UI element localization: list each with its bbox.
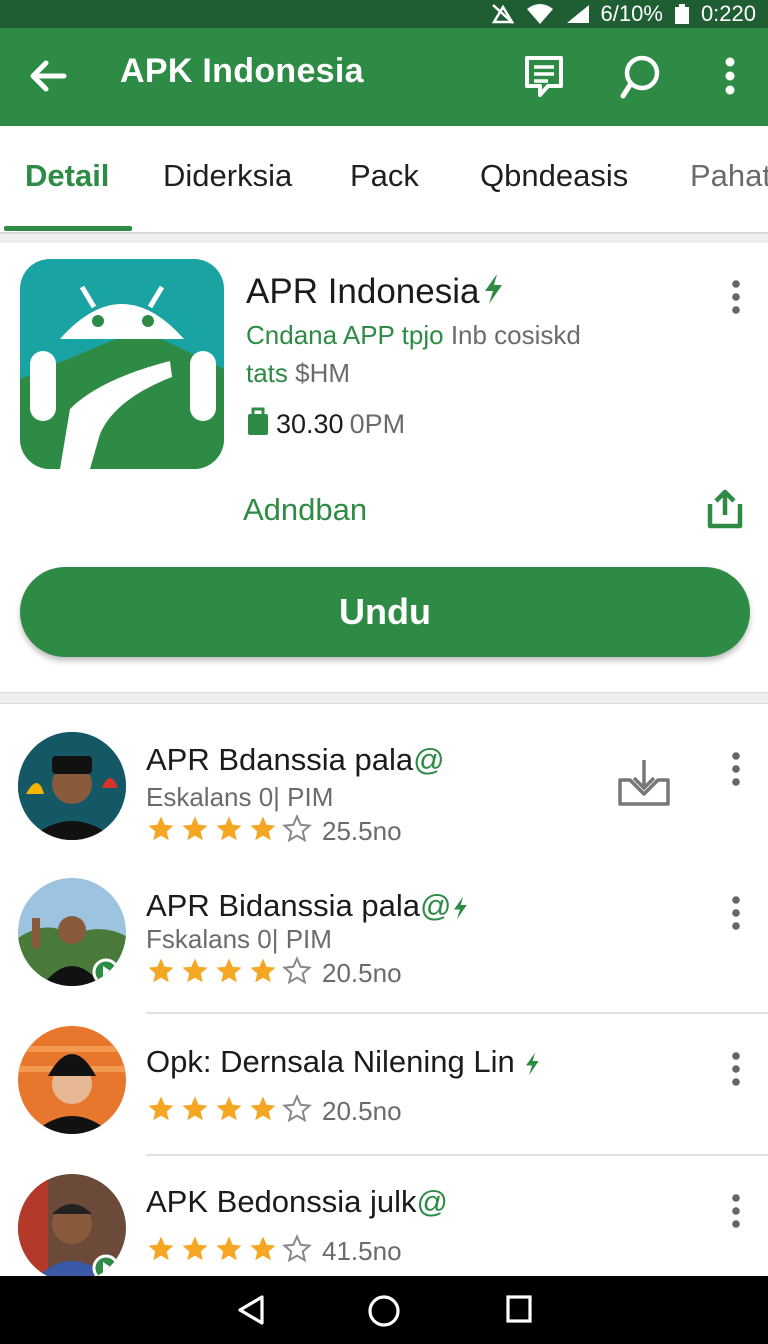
star-filled-icon — [180, 1234, 210, 1269]
star-filled-icon — [214, 814, 244, 849]
app-more-icon[interactable] — [726, 278, 746, 318]
star-filled-icon — [248, 814, 278, 849]
rating-count: 20.5no — [322, 1096, 402, 1126]
section-divider-2 — [0, 692, 768, 704]
app-bar: APK Indonesia — [0, 28, 768, 126]
app-subtitle-2: tats $HM — [246, 358, 351, 388]
star-filled-icon — [146, 956, 176, 991]
overflow-menu-icon[interactable] — [720, 54, 740, 98]
list-item-title: APR Bdanssia pala@ — [146, 742, 445, 777]
star-empty-icon — [282, 814, 312, 849]
app-size: 30.30 0PM — [246, 406, 405, 443]
list-item-title: APR Bidanssia pala@ — [146, 888, 469, 924]
nav-recents-icon[interactable] — [505, 1294, 533, 1324]
app-name: APR Indonesia — [246, 272, 505, 314]
list-item[interactable]: Opk: Dernsala Nilening Lin 20.5no — [0, 1014, 768, 1154]
avatar — [18, 1174, 126, 1276]
rating-stars: 20.5no — [146, 1094, 402, 1129]
rating-count: 25.5no — [322, 816, 402, 846]
verified-bolt-icon — [481, 273, 505, 314]
tab-pahat[interactable]: Pahat — [690, 158, 768, 194]
list-item-more-icon[interactable] — [726, 1192, 746, 1232]
star-filled-icon — [146, 814, 176, 849]
avatar — [18, 732, 126, 840]
app-subtitle: Cndana APP tpjo Inb cosiskd — [246, 320, 581, 350]
tab-detail[interactable]: Detail — [25, 158, 109, 194]
star-empty-icon — [282, 956, 312, 991]
message-icon[interactable] — [522, 54, 566, 98]
star-filled-icon — [214, 1094, 244, 1129]
list-item-more-icon[interactable] — [726, 1050, 746, 1090]
list-item[interactable]: APR Bdanssia pala@ Eskalans 0| PIM 25.5n… — [0, 720, 768, 860]
back-arrow-icon[interactable] — [26, 54, 70, 98]
nav-back-icon[interactable] — [236, 1294, 266, 1326]
star-filled-icon — [248, 1094, 278, 1129]
developer-link[interactable]: Adndban — [243, 492, 367, 528]
tab-diderksia[interactable]: Diderksia — [163, 158, 292, 194]
star-filled-icon — [180, 1094, 210, 1129]
tab-qbndeasis[interactable]: Qbndeasis — [480, 158, 628, 194]
rating-count: 20.5no — [322, 958, 402, 988]
app-logo-icon — [20, 259, 224, 469]
star-filled-icon — [146, 1094, 176, 1129]
star-filled-icon — [248, 956, 278, 991]
app-bar-title: APK Indonesia — [120, 52, 364, 90]
install-button[interactable]: Undu — [20, 567, 750, 657]
list-item[interactable]: APR Bidanssia pala@ Fskalans 0| PIM 20.5… — [0, 866, 768, 1006]
star-filled-icon — [214, 1234, 244, 1269]
rating-stars: 25.5no — [146, 814, 402, 849]
list-item-subtitle: Fskalans 0| PIM — [146, 924, 332, 954]
search-icon[interactable] — [620, 54, 664, 99]
battery-icon — [673, 3, 691, 25]
star-empty-icon — [282, 1234, 312, 1269]
star-filled-icon — [146, 1234, 176, 1269]
star-filled-icon — [214, 956, 244, 991]
avatar — [18, 1026, 126, 1134]
download-icon[interactable] — [616, 756, 672, 813]
tab-indicator — [4, 226, 132, 231]
avatar — [18, 878, 126, 986]
system-nav-bar — [0, 1276, 768, 1344]
list-item-title: APK Bedonssia julk@ — [146, 1184, 449, 1219]
share-icon[interactable] — [704, 488, 746, 530]
wifi-icon — [525, 3, 555, 25]
list-divider — [146, 1154, 768, 1156]
clock: 0:220 — [700, 1, 756, 26]
star-filled-icon — [180, 814, 210, 849]
signal-icon — [565, 3, 591, 25]
list-item-more-icon[interactable] — [726, 750, 746, 790]
star-filled-icon — [248, 1234, 278, 1269]
list-item-more-icon[interactable] — [726, 894, 746, 934]
list-item-title: Opk: Dernsala Nilening Lin — [146, 1044, 541, 1080]
list-item[interactable]: APK Bedonssia julk@ 41.5no — [0, 1162, 768, 1276]
tab-bar: Detail Diderksia Pack Qbndeasis Pahat — [0, 126, 768, 234]
package-icon — [246, 406, 270, 443]
rating-stars: 20.5no — [146, 956, 402, 991]
star-empty-icon — [282, 1094, 312, 1129]
nav-home-icon[interactable] — [367, 1294, 401, 1328]
tab-pack[interactable]: Pack — [350, 158, 419, 194]
star-filled-icon — [180, 956, 210, 991]
rating-count: 41.5no — [322, 1236, 402, 1266]
list-item-subtitle: Eskalans 0| PIM — [146, 782, 334, 812]
rating-stars: 41.5no — [146, 1234, 402, 1269]
no-sim-icon — [491, 3, 515, 25]
status-bar: 6/10% 0:220 — [0, 0, 768, 28]
battery-text: 6/10% — [600, 1, 663, 26]
